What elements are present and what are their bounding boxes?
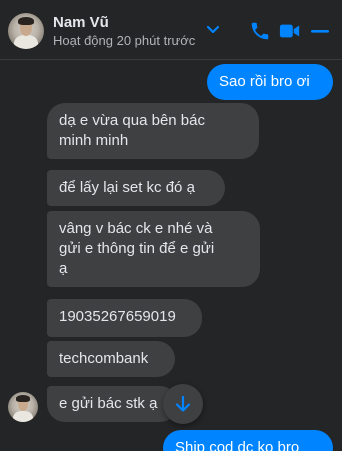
contact-name[interactable]: Nam Vũ xyxy=(53,14,109,31)
chat-header: Nam Vũ Hoạt động 20 phút trước xyxy=(0,0,342,60)
chevron-down-icon[interactable] xyxy=(206,25,220,35)
contact-avatar[interactable] xyxy=(8,13,44,49)
incoming-message[interactable]: dạ e vừa qua bên bác minh minh xyxy=(47,103,259,159)
scroll-to-bottom-button[interactable] xyxy=(163,384,203,424)
video-camera-icon[interactable] xyxy=(278,20,302,42)
contact-avatar[interactable] xyxy=(8,392,38,422)
arrow-down-icon xyxy=(175,395,191,412)
incoming-message[interactable]: để lấy lại set kc đó ạ xyxy=(47,170,225,206)
message-line: minh minh xyxy=(59,132,129,149)
message-list[interactable]: Sao rồi bro ơi dạ e vừa qua bên bác minh… xyxy=(0,60,342,451)
outgoing-message[interactable]: Ship cod dc ko bro xyxy=(163,430,333,451)
outgoing-message[interactable]: Sao rồi bro ơi xyxy=(207,64,333,100)
minimize-icon[interactable] xyxy=(309,20,331,42)
message-line: ạ xyxy=(59,260,68,277)
incoming-message[interactable]: techcombank xyxy=(47,341,175,377)
incoming-message[interactable]: vâng v bác ck e nhé và gửi e thông tin đ… xyxy=(47,211,260,287)
incoming-message[interactable]: 19035267659019 xyxy=(47,299,202,337)
incoming-message[interactable]: e gửi bác stk ạ xyxy=(47,386,178,422)
message-line: vâng v bác ck e nhé và xyxy=(59,220,213,237)
phone-icon[interactable] xyxy=(249,20,271,42)
message-line: dạ e vừa qua bên bác xyxy=(59,112,205,129)
message-line: gửi e thông tin để e gửi xyxy=(59,240,215,257)
contact-status: Hoạt động 20 phút trước xyxy=(53,33,196,48)
chat-window: Nam Vũ Hoạt động 20 phút trước Sao rồi b… xyxy=(0,0,342,451)
